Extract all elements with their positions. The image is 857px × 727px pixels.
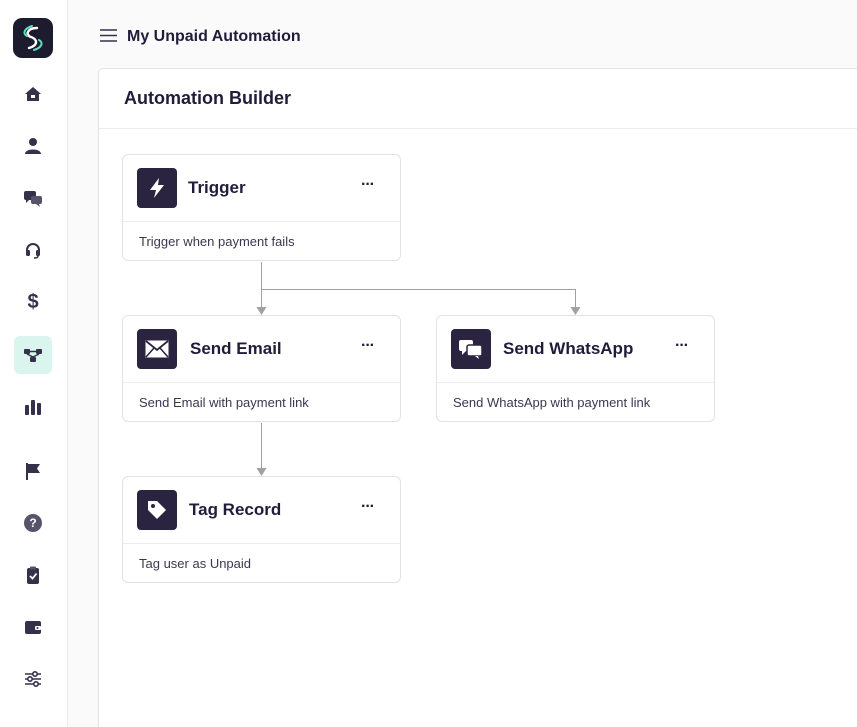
menu-icon[interactable] (100, 28, 117, 43)
tag-icon (148, 501, 166, 519)
node-header: Trigger ··· (123, 155, 400, 222)
node-title: Tag Record (189, 500, 282, 519)
flag-icon (26, 463, 40, 480)
bar-chart-icon (25, 400, 41, 415)
panel-header: Automation Builder (99, 69, 857, 129)
logo-mark-icon (23, 25, 43, 51)
chat-bubbles-icon (459, 340, 483, 359)
nav-conversations[interactable] (14, 179, 52, 217)
clipboard-check-icon (27, 566, 39, 584)
wallet-icon (25, 621, 41, 634)
page-title: My Unpaid Automation (127, 28, 301, 45)
top-bar: My Unpaid Automation (68, 0, 857, 70)
node-send-email[interactable]: Send Email ··· Send Email with payment l… (122, 315, 401, 422)
node-title: Trigger (188, 178, 246, 197)
node-icon-box (451, 329, 491, 369)
node-menu-button[interactable]: ··· (361, 499, 375, 515)
nav-settings[interactable] (14, 660, 52, 698)
help-icon: ? (24, 514, 42, 532)
nav-billing[interactable] (14, 608, 52, 646)
nav-reports[interactable] (14, 388, 52, 426)
node-icon-box (137, 329, 177, 369)
nav-help[interactable]: ? (14, 504, 52, 542)
nav-users[interactable] (14, 127, 52, 165)
nav-tasks[interactable] (14, 556, 52, 594)
nav-support[interactable] (14, 231, 52, 269)
node-send-whatsapp[interactable]: Send WhatsApp ··· Send WhatsApp with pay… (436, 315, 715, 422)
envelope-icon (145, 340, 169, 358)
node-description: Send WhatsApp with payment link (453, 395, 651, 410)
user-icon (25, 138, 41, 154)
node-title: Send Email (190, 339, 282, 358)
node-description: Send Email with payment link (139, 395, 309, 410)
headset-icon (26, 243, 40, 259)
node-trigger[interactable]: Trigger ··· Trigger when payment fails (122, 154, 401, 261)
node-icon-box (137, 490, 177, 530)
node-menu-button[interactable]: ··· (675, 338, 689, 354)
bolt-icon (150, 178, 164, 198)
node-title: Send WhatsApp (503, 339, 634, 358)
nav-home[interactable] (14, 75, 52, 113)
node-header: Tag Record ··· (123, 477, 400, 544)
chat-icon (24, 191, 42, 207)
home-icon (25, 87, 41, 101)
workflow-icon (24, 349, 42, 362)
nav-payments[interactable]: $ (14, 283, 52, 321)
node-header: Send WhatsApp ··· (437, 316, 714, 383)
node-menu-button[interactable]: ··· (361, 338, 375, 354)
node-menu-button[interactable]: ··· (361, 177, 375, 193)
node-description: Tag user as Unpaid (139, 556, 252, 571)
panel-title: Automation Builder (124, 88, 291, 108)
sliders-icon (25, 670, 41, 688)
dollar-icon: $ (27, 290, 39, 313)
node-icon-box (137, 168, 177, 208)
help-icon-glyph: ? (29, 516, 37, 530)
node-header: Send Email ··· (123, 316, 400, 383)
nav-automations[interactable] (14, 336, 52, 374)
node-description: Trigger when payment fails (139, 234, 295, 249)
node-tag-record[interactable]: Tag Record ··· Tag user as Unpaid (122, 476, 401, 583)
sidebar: $ ? (0, 0, 68, 727)
nav-flags[interactable] (14, 452, 52, 490)
app-logo[interactable] (13, 18, 53, 58)
